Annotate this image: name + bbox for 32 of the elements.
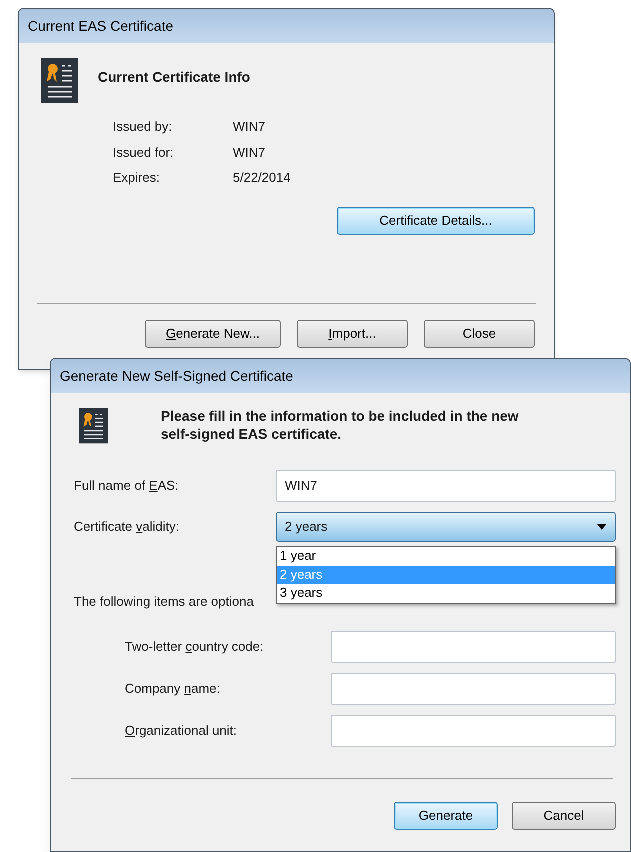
text-field[interactable] (331, 672, 616, 704)
field-label: Company name: (125, 680, 222, 698)
dialog-button[interactable]: Close (424, 320, 535, 348)
dropdown-option[interactable]: 3 years (277, 584, 615, 602)
field-label: Two-letter country code: (125, 638, 265, 656)
text-field[interactable]: WIN7 (276, 470, 616, 502)
dropdown[interactable]: 2 years (276, 512, 616, 542)
info-label: Issued for: (113, 144, 175, 162)
text-field[interactable] (331, 630, 616, 662)
dialog-button[interactable]: Generate New... (145, 320, 281, 348)
certificate-icon (79, 407, 108, 445)
field-label: Organizational unit: (125, 722, 238, 740)
note-text: The following items are optiona (73, 593, 254, 611)
info-value: WIN7 (233, 144, 266, 162)
info-value: WIN7 (233, 118, 266, 136)
caret-icon (597, 524, 607, 530)
field-label: Full name of EAS: (74, 477, 180, 496)
info-value: 5/22/2014 (233, 169, 291, 187)
text-field[interactable] (331, 714, 616, 746)
info-label: Issued by: (113, 118, 174, 136)
dialog-button[interactable]: Import... (297, 320, 408, 348)
window-title: Generate New Self-Signed Certificate (51, 359, 630, 393)
dropdown-option[interactable]: 1 year (277, 547, 615, 566)
info-label: Expires: (113, 169, 161, 187)
section-heading: Current Certificate Info (98, 68, 250, 87)
dialog-button[interactable]: Certificate Details... (337, 206, 535, 234)
dialog-button[interactable]: Cancel (512, 802, 616, 830)
field-label: Certificate validity: (74, 518, 180, 536)
dialog-button[interactable]: Generate (394, 802, 498, 830)
instruction-text: Please fill in the information to be included in the new self-signed EAS certificate. (161, 407, 520, 444)
certificate-icon (41, 58, 78, 103)
window-title: Current EAS Certificate (19, 9, 554, 43)
